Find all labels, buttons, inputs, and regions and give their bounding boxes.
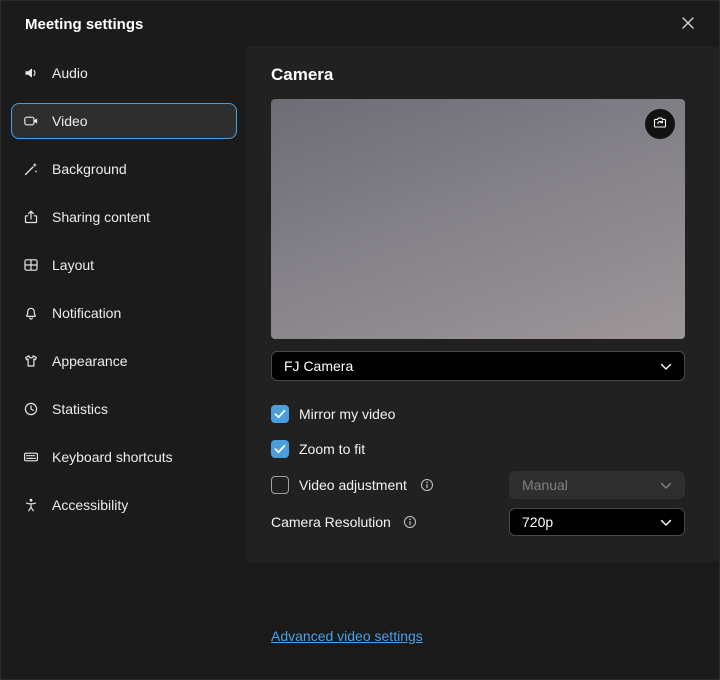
sidebar-item-label: Sharing content (52, 209, 150, 225)
sidebar-item-video[interactable]: Video (11, 103, 237, 139)
info-icon (403, 515, 417, 529)
settings-sidebar: Audio Video Background Sharing content (1, 47, 247, 679)
sidebar-item-label: Keyboard shortcuts (52, 449, 173, 465)
camera-resolution-row: Camera Resolution 720p (271, 508, 685, 536)
flip-camera-button[interactable] (645, 109, 675, 139)
keyboard-icon (23, 449, 39, 465)
sidebar-item-keyboard-shortcuts[interactable]: Keyboard shortcuts (11, 439, 237, 475)
sidebar-item-audio[interactable]: Audio (11, 55, 237, 91)
video-options: Mirror my video Zoom to fit (271, 401, 685, 536)
shirt-icon (23, 353, 39, 369)
video-adjustment-label: Video adjustment (299, 477, 407, 493)
section-title: Camera (271, 65, 685, 85)
camera-resolution-select[interactable]: 720p (509, 508, 685, 536)
accessibility-icon (23, 497, 39, 513)
sidebar-item-layout[interactable]: Layout (11, 247, 237, 283)
titlebar: Meeting settings (1, 1, 719, 47)
mirror-my-video-option[interactable]: Mirror my video (271, 405, 395, 423)
sidebar-item-statistics[interactable]: Statistics (11, 391, 237, 427)
camera-resolution-label-group: Camera Resolution (271, 514, 417, 530)
speaker-icon (23, 65, 39, 81)
dialog-title: Meeting settings (25, 16, 143, 33)
sidebar-item-label: Appearance (52, 353, 128, 369)
zoom-to-fit-label: Zoom to fit (299, 441, 365, 457)
flip-camera-icon (652, 115, 668, 134)
info-icon (420, 478, 434, 492)
meeting-settings-dialog: Meeting settings Audio Video (0, 0, 720, 680)
camera-preview (271, 99, 685, 339)
video-adjustment-option[interactable]: Video adjustment (271, 476, 434, 494)
close-icon (681, 16, 695, 33)
sidebar-item-label: Background (52, 161, 127, 177)
sidebar-item-label: Statistics (52, 401, 108, 417)
camera-select-value: FJ Camera (284, 358, 353, 374)
sidebar-item-appearance[interactable]: Appearance (11, 343, 237, 379)
camera-select[interactable]: FJ Camera (271, 351, 685, 381)
layout-grid-icon (23, 257, 39, 273)
sidebar-item-background[interactable]: Background (11, 151, 237, 187)
sidebar-item-label: Layout (52, 257, 94, 273)
zoom-to-fit-option[interactable]: Zoom to fit (271, 440, 365, 458)
video-adjustment-select: Manual (509, 471, 685, 499)
video-settings-footer: Advanced video settings (247, 562, 719, 679)
video-adjustment-checkbox[interactable] (271, 476, 289, 494)
zoom-to-fit-checkbox[interactable] (271, 440, 289, 458)
chevron-down-icon (660, 514, 672, 530)
bell-icon (23, 305, 39, 321)
chevron-down-icon (660, 477, 672, 493)
sidebar-item-label: Accessibility (52, 497, 128, 513)
video-settings-body: Camera FJ Camera (247, 47, 719, 562)
sidebar-item-sharing-content[interactable]: Sharing content (11, 199, 237, 235)
share-icon (23, 209, 39, 225)
sidebar-item-label: Audio (52, 65, 88, 81)
sidebar-item-notification[interactable]: Notification (11, 295, 237, 331)
mirror-checkbox[interactable] (271, 405, 289, 423)
camera-resolution-select-value: 720p (522, 514, 553, 530)
video-settings-panel: Camera FJ Camera (247, 47, 719, 679)
camera-resolution-label: Camera Resolution (271, 514, 391, 530)
dialog-content: Audio Video Background Sharing content (1, 47, 719, 679)
video-adjustment-select-value: Manual (522, 477, 568, 493)
sidebar-item-accessibility[interactable]: Accessibility (11, 487, 237, 523)
sidebar-item-label: Video (52, 113, 88, 129)
wand-icon (23, 161, 39, 177)
clock-icon (23, 401, 39, 417)
mirror-row: Mirror my video (271, 401, 685, 427)
zoom-to-fit-row: Zoom to fit (271, 436, 685, 462)
video-adjustment-row: Video adjustment Manual (271, 471, 685, 499)
mirror-label: Mirror my video (299, 406, 395, 422)
sidebar-item-label: Notification (52, 305, 121, 321)
chevron-down-icon (660, 358, 672, 374)
close-button[interactable] (675, 10, 701, 39)
video-camera-icon (23, 113, 39, 129)
advanced-video-settings-link[interactable]: Advanced video settings (271, 628, 423, 644)
